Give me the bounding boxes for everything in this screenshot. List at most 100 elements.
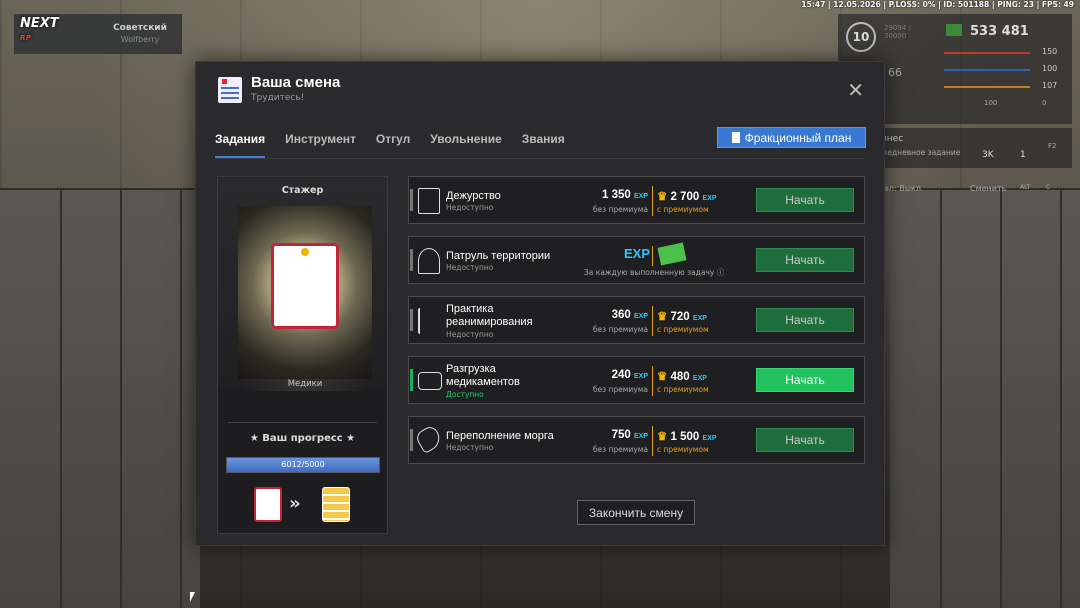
ambulance-icon <box>418 372 442 390</box>
tab-dismissal[interactable]: Увольнение <box>430 132 501 158</box>
business-count: 1 <box>1020 150 1026 160</box>
start-button[interactable]: Начать <box>756 428 854 452</box>
premium-divider <box>652 186 653 216</box>
start-button[interactable]: Начать <box>756 368 854 392</box>
tab-ranks[interactable]: Звания <box>522 132 565 158</box>
money-value: 533 481 <box>970 24 1029 39</box>
business-label: знес <box>882 134 904 144</box>
task-name: Разгрузка медикаментов <box>446 363 520 388</box>
task-exp: 240 EXP <box>611 369 648 381</box>
task-status: Недоступно <box>446 203 494 212</box>
hud-number: 66 <box>888 66 902 79</box>
hunger-bar <box>944 86 1030 88</box>
exp-reward-icon: EXP <box>624 246 651 261</box>
close-icon[interactable]: ✕ <box>847 78 864 102</box>
task-row: Разгрузка медикаментов Доступно 240 EXP … <box>408 356 865 404</box>
mouse-cursor-icon <box>190 592 195 602</box>
task-exp-label: без премиума <box>592 385 648 394</box>
money-icon <box>946 24 962 36</box>
task-status-stripe <box>410 309 413 331</box>
game-logo: NEXT RP <box>20 16 59 43</box>
task-status-stripe <box>410 429 413 451</box>
faction-plan-button[interactable]: Фракционный план <box>717 127 866 148</box>
next-rank-arrows-icon: » <box>289 493 301 514</box>
start-button[interactable]: Начать <box>756 188 854 212</box>
premium-divider <box>652 426 653 456</box>
reward-divider <box>652 246 653 266</box>
task-status: Доступно <box>446 390 484 399</box>
task-premium-label: с премиумом <box>657 445 709 454</box>
business-value: 3K <box>982 150 994 160</box>
server-name: Советский Wolfberry <box>113 23 167 44</box>
task-status-stripe <box>410 189 413 211</box>
clipboard-icon <box>418 188 440 214</box>
locker-left <box>0 188 200 608</box>
start-button[interactable]: Начать <box>756 308 854 332</box>
tab-tasks[interactable]: Задания <box>215 132 266 158</box>
task-exp-label: без премиума <box>592 325 648 334</box>
task-exp: 360 EXP <box>611 309 648 321</box>
task-premium-label: с премиумом <box>657 325 709 334</box>
task-status: Недоступно <box>446 263 494 272</box>
crown-icon: ♛ <box>657 431 668 443</box>
modal-header: Ваша смена Трудитесь! ✕ <box>196 62 884 122</box>
change-label: Сменить <box>970 184 1007 193</box>
task-exp: 750 EXP <box>611 429 648 441</box>
task-status: Недоступно <box>446 330 494 339</box>
task-exp: 1 350 EXP <box>602 189 648 201</box>
server-logo-panel: NEXT RP Советский Wolfberry <box>14 14 182 54</box>
progress-bar: 6012/5000 <box>226 457 380 473</box>
task-premium-exp: ♛ 1 500 EXP <box>657 431 717 443</box>
task-row: Дежурство Недоступно 1 350 EXP без преми… <box>408 176 865 224</box>
task-name: Практика реанимирования <box>446 303 533 328</box>
daily-task-label: ежедневное задание <box>876 148 961 157</box>
thirst-bar <box>944 69 1030 71</box>
progress-text: 6012/5000 <box>281 460 325 469</box>
task-premium-label: с премиумом <box>657 385 709 394</box>
rank-card: Стажер Медики ★ Ваш прогресс ★ 6012/5000… <box>217 176 388 534</box>
start-button[interactable]: Начать <box>756 248 854 272</box>
key-hint: F2 <box>1048 142 1057 150</box>
task-row: Переполнение морга Недоступно 750 EXP бе… <box>408 416 865 464</box>
rank-name: Стажер <box>281 185 324 196</box>
progress-title: ★ Ваш прогресс ★ <box>249 433 356 444</box>
task-status-stripe <box>410 249 413 271</box>
finish-shift-button[interactable]: Закончить смену <box>577 500 695 525</box>
task-premium-exp: ♛ 480 EXP <box>657 371 707 383</box>
siren-icon <box>418 248 440 274</box>
task-premium-label: с премиумом <box>657 205 709 214</box>
task-name: Переполнение морга <box>446 430 554 442</box>
voice-status: ал: Выкл. <box>884 184 924 193</box>
money-reward-icon <box>657 242 687 266</box>
rank-tag-icon <box>271 243 339 329</box>
task-row: Практика реанимирования Недоступно 360 E… <box>408 296 865 344</box>
health-value: 150 <box>1042 47 1058 56</box>
hunger-value: 107 <box>1042 81 1058 90</box>
task-exp-label: без премиума <box>592 205 648 214</box>
task-exp-label: без премиума <box>592 445 648 454</box>
shift-modal: Ваша смена Трудитесь! ✕ Задания Инструме… <box>195 61 885 546</box>
task-row: Патруль территории Недоступно EXP За каж… <box>408 236 865 284</box>
crown-icon: ♛ <box>657 191 668 203</box>
modal-title: Ваша смена <box>251 74 341 91</box>
hospital-icon <box>218 77 242 103</box>
premium-divider <box>652 366 653 396</box>
thirst-value: 100 <box>1042 64 1058 73</box>
morgue-tag-icon <box>413 423 445 455</box>
task-name: Дежурство <box>446 190 501 202</box>
tab-tools[interactable]: Инструмент <box>285 132 356 158</box>
tab-day-off[interactable]: Отгул <box>376 132 410 158</box>
task-status: Недоступно <box>446 443 494 452</box>
armor-value: 100 <box>984 99 998 107</box>
faction-plan-label: Фракционный план <box>744 130 852 145</box>
current-rank-icon <box>254 487 282 522</box>
wanted-value: 0 <box>1042 99 1047 107</box>
rank-department: Медики <box>238 379 372 391</box>
premium-divider <box>652 306 653 336</box>
locker-right <box>890 188 1080 608</box>
status-bar: 15:47 | 12.05.2026 | P.LOSS: 0% | ID: 50… <box>801 0 1074 9</box>
next-rank-icon <box>322 487 350 522</box>
rank-image <box>238 206 372 379</box>
tab-bar: Задания Инструмент Отгул Увольнение Зван… <box>215 132 565 158</box>
plan-icon <box>731 132 740 143</box>
